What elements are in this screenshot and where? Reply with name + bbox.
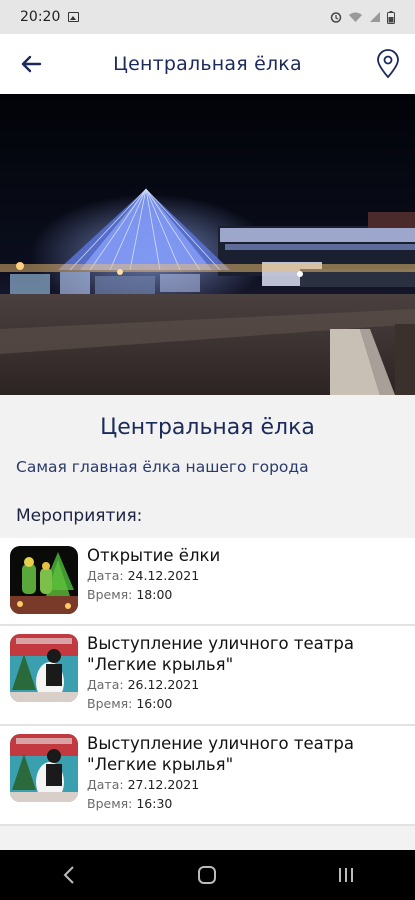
battery-icon <box>387 10 395 24</box>
wifi-icon <box>349 12 362 22</box>
event-info: Открытие ёлки Дата: 24.12.2021 Время: 18… <box>87 545 405 604</box>
event-card[interactable]: Выступление уличного театра "Легкие крыл… <box>0 626 415 726</box>
gallery-icon <box>68 12 80 22</box>
event-date-label: Дата: <box>87 677 124 692</box>
home-nav-button[interactable] <box>177 855 237 895</box>
events-heading: Мероприятия: <box>16 506 143 526</box>
app-bar: Центральная ёлка <box>0 34 415 94</box>
event-date: Дата: 24.12.2021 <box>87 566 405 585</box>
event-list: Открытие ёлки Дата: 24.12.2021 Время: 18… <box>0 538 415 826</box>
event-date-value: 27.12.2021 <box>127 777 200 792</box>
place-photo <box>0 94 415 395</box>
event-date-label: Дата: <box>87 568 124 583</box>
signal-icon <box>370 12 380 22</box>
event-date-value: 26.12.2021 <box>127 677 200 692</box>
event-time-label: Время: <box>87 696 133 711</box>
status-left: 20:20 <box>20 9 80 25</box>
event-time: Время: 16:30 <box>87 794 405 813</box>
status-time: 20:20 <box>20 9 61 25</box>
recents-nav-button[interactable] <box>316 855 376 895</box>
event-time-label: Время: <box>87 587 133 602</box>
home-nav-icon <box>198 866 217 884</box>
event-thumbnail <box>10 734 78 802</box>
event-date: Дата: 26.12.2021 <box>87 675 405 694</box>
place-description: Самая главная ёлка нашего города <box>16 458 309 476</box>
system-nav-bar <box>0 850 415 900</box>
event-info: Выступление уличного театра "Легкие крыл… <box>87 733 405 813</box>
event-title: Выступление уличного театра "Легкие крыл… <box>87 734 354 774</box>
event-date: Дата: 27.12.2021 <box>87 775 405 794</box>
event-time-label: Время: <box>87 796 133 811</box>
event-time-value: 18:00 <box>136 587 173 602</box>
event-thumbnail <box>10 546 78 614</box>
back-nav-button[interactable] <box>39 855 99 895</box>
recents-nav-icon <box>338 868 353 882</box>
event-title: Выступление уличного театра "Легкие крыл… <box>87 634 354 674</box>
event-time-value: 16:30 <box>136 796 173 811</box>
event-time-value: 16:00 <box>136 696 173 711</box>
map-pin-icon[interactable] <box>373 48 403 80</box>
event-thumbnail <box>10 634 78 702</box>
event-date-label: Дата: <box>87 777 124 792</box>
content-area: Центральная ёлка Самая главная ёлка наше… <box>0 395 415 850</box>
arrow-left-icon[interactable] <box>18 50 46 78</box>
alarm-icon <box>330 12 342 23</box>
event-card[interactable]: Выступление уличного театра "Легкие крыл… <box>0 726 415 826</box>
event-time: Время: 16:00 <box>87 694 405 713</box>
page-title: Центральная ёлка <box>113 53 302 75</box>
place-title: Центральная ёлка <box>100 415 315 440</box>
status-bar: 20:20 <box>0 0 415 34</box>
event-info: Выступление уличного театра "Легкие крыл… <box>87 633 405 713</box>
event-date-value: 24.12.2021 <box>127 568 200 583</box>
event-title: Открытие ёлки <box>87 546 221 565</box>
back-nav-icon <box>63 866 74 884</box>
event-card[interactable]: Открытие ёлки Дата: 24.12.2021 Время: 18… <box>0 538 415 626</box>
status-right <box>330 10 395 24</box>
event-time: Время: 18:00 <box>87 585 405 604</box>
